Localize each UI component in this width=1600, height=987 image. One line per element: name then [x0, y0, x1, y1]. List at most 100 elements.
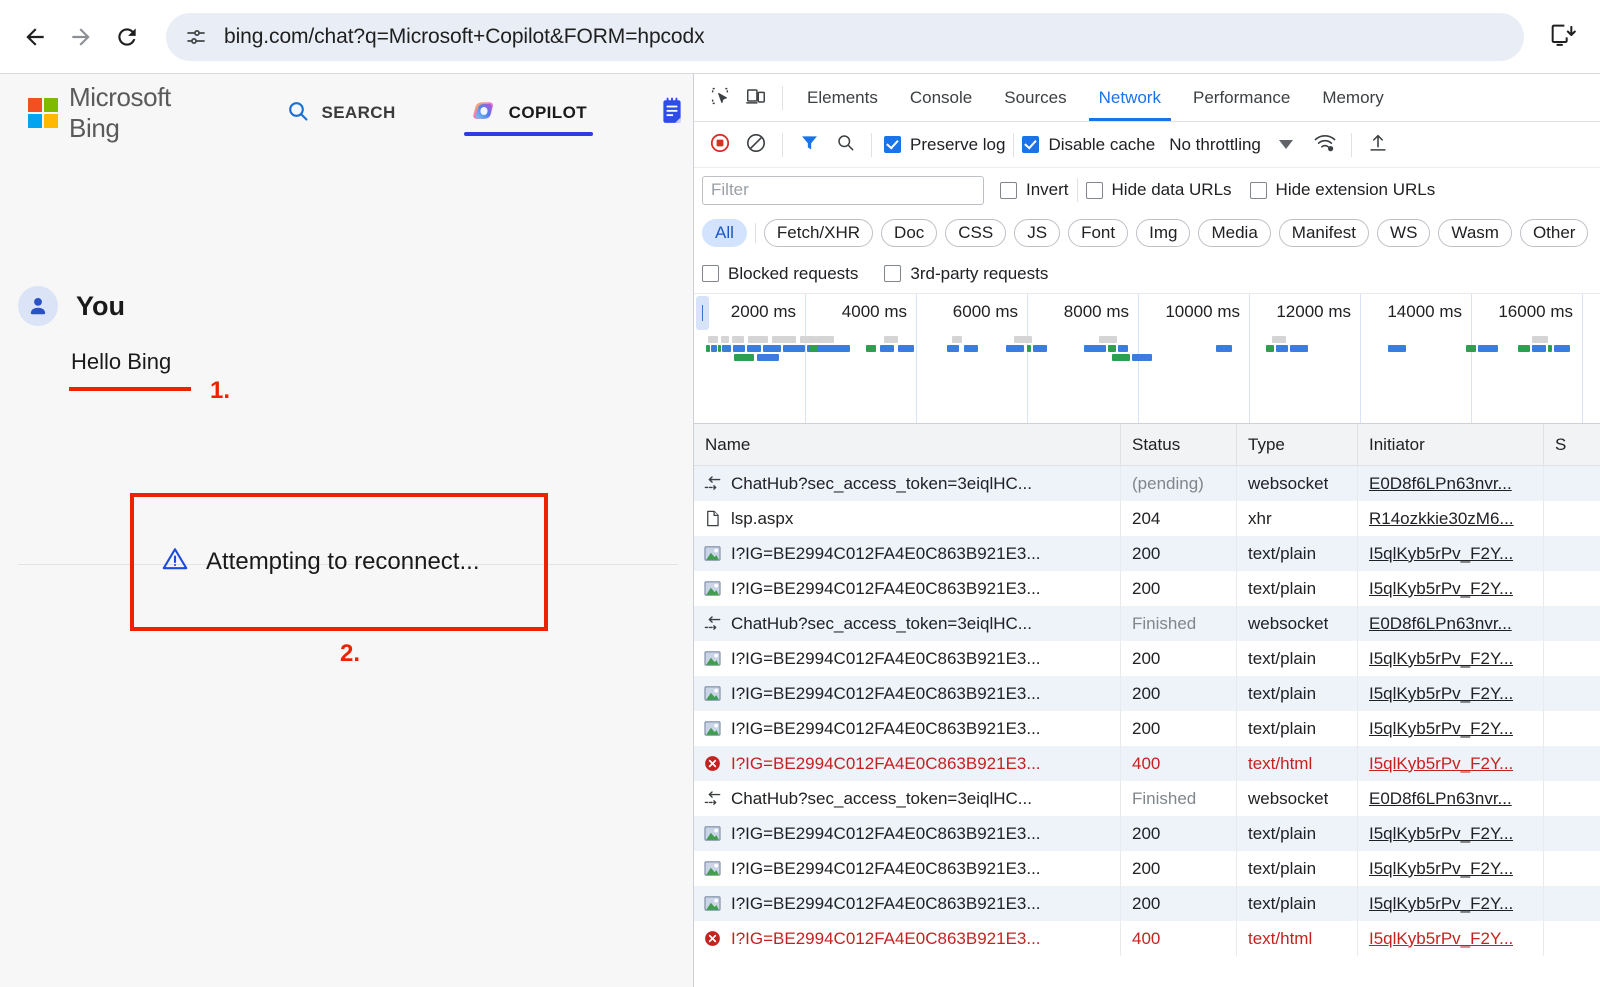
request-initiator[interactable]: I5qlKyb5rPv_F2Y...: [1369, 824, 1513, 844]
table-row[interactable]: I?IG=BE2994C012FA4E0C863B921E3... 200 text…: [694, 886, 1600, 921]
tab-network[interactable]: Network: [1083, 74, 1177, 121]
bing-tab-notebook[interactable]: [651, 74, 693, 152]
reload-button[interactable]: [106, 16, 148, 58]
table-row[interactable]: I?IG=BE2994C012FA4E0C863B921E3... 200 text…: [694, 851, 1600, 886]
filter-button[interactable]: [791, 127, 827, 163]
request-initiator[interactable]: I5qlKyb5rPv_F2Y...: [1369, 719, 1513, 739]
cell-name[interactable]: ChatHub?sec_access_token=3eiqlHC...: [694, 466, 1121, 501]
chip-font[interactable]: Font: [1068, 219, 1129, 247]
site-settings-icon[interactable]: [184, 25, 208, 49]
request-initiator[interactable]: E0D8f6LPn63nvr...: [1369, 614, 1512, 634]
request-initiator[interactable]: I5qlKyb5rPv_F2Y...: [1369, 649, 1513, 669]
cell-initiator[interactable]: I5qlKyb5rPv_F2Y...: [1358, 746, 1544, 781]
bing-tab-search[interactable]: SEARCH: [278, 74, 403, 152]
table-row[interactable]: ChatHub?sec_access_token=3eiqlHC... (pend…: [694, 466, 1600, 501]
table-row[interactable]: ChatHub?sec_access_token=3eiqlHC... Finis…: [694, 606, 1600, 641]
cell-name[interactable]: I?IG=BE2994C012FA4E0C863B921E3...: [694, 746, 1121, 781]
tab-sources[interactable]: Sources: [988, 74, 1082, 121]
request-initiator[interactable]: I5qlKyb5rPv_F2Y...: [1369, 684, 1513, 704]
table-row[interactable]: I?IG=BE2994C012FA4E0C863B921E3... 200 text…: [694, 536, 1600, 571]
clear-button[interactable]: [738, 127, 774, 163]
cell-initiator[interactable]: I5qlKyb5rPv_F2Y...: [1358, 536, 1544, 571]
cell-name[interactable]: I?IG=BE2994C012FA4E0C863B921E3...: [694, 886, 1121, 921]
cell-initiator[interactable]: R14ozkkie30zM6...: [1358, 501, 1544, 536]
record-button[interactable]: [702, 127, 738, 163]
chip-other[interactable]: Other: [1519, 219, 1589, 247]
request-initiator[interactable]: I5qlKyb5rPv_F2Y...: [1369, 859, 1513, 879]
table-row[interactable]: I?IG=BE2994C012FA4E0C863B921E3... 200 text…: [694, 641, 1600, 676]
cell-initiator[interactable]: I5qlKyb5rPv_F2Y...: [1358, 886, 1544, 921]
request-initiator[interactable]: I5qlKyb5rPv_F2Y...: [1369, 894, 1513, 914]
cell-name[interactable]: I?IG=BE2994C012FA4E0C863B921E3...: [694, 676, 1121, 711]
cell-initiator[interactable]: I5qlKyb5rPv_F2Y...: [1358, 641, 1544, 676]
preserve-log-checkbox[interactable]: Preserve log: [884, 135, 1005, 155]
column-header-initiator[interactable]: Initiator: [1358, 424, 1544, 466]
hide-extension-urls-checkbox[interactable]: Hide extension URLs: [1249, 180, 1435, 200]
network-conditions-button[interactable]: [1307, 127, 1343, 163]
cell-initiator[interactable]: I5qlKyb5rPv_F2Y...: [1358, 816, 1544, 851]
table-row[interactable]: I?IG=BE2994C012FA4E0C863B921E3... 200 text…: [694, 816, 1600, 851]
chip-css[interactable]: CSS: [945, 219, 1007, 247]
network-timeline-overview[interactable]: 2000 ms 4000 ms 6000 ms 8000 ms 10000 ms…: [694, 294, 1600, 424]
back-button[interactable]: [14, 16, 56, 58]
request-initiator[interactable]: R14ozkkie30zM6...: [1369, 509, 1514, 529]
column-header-type[interactable]: Type: [1237, 424, 1358, 466]
chip-ws[interactable]: WS: [1377, 219, 1431, 247]
filter-input[interactable]: [702, 175, 984, 205]
chip-doc[interactable]: Doc: [881, 219, 938, 247]
cell-initiator[interactable]: E0D8f6LPn63nvr...: [1358, 466, 1544, 501]
chip-js[interactable]: JS: [1014, 219, 1061, 247]
column-header-size[interactable]: S: [1544, 424, 1600, 466]
chevron-down-icon[interactable]: [1278, 140, 1293, 149]
import-har-button[interactable]: [1360, 127, 1396, 163]
tab-console[interactable]: Console: [894, 74, 988, 121]
search-button[interactable]: [827, 127, 863, 163]
cell-initiator[interactable]: E0D8f6LPn63nvr...: [1358, 781, 1544, 816]
chip-fetch-xhr[interactable]: Fetch/XHR: [763, 219, 874, 247]
cell-initiator[interactable]: I5qlKyb5rPv_F2Y...: [1358, 571, 1544, 606]
table-row[interactable]: lsp.aspx 204 xhr R14ozkkie30zM6...: [694, 501, 1600, 536]
cell-name[interactable]: I?IG=BE2994C012FA4E0C863B921E3...: [694, 851, 1121, 886]
url-text[interactable]: bing.com/chat?q=Microsoft+Copilot&FORM=h…: [224, 25, 704, 49]
device-toolbar-button[interactable]: [738, 80, 774, 116]
third-party-requests-checkbox[interactable]: 3rd-party requests: [884, 264, 1048, 284]
request-initiator[interactable]: E0D8f6LPn63nvr...: [1369, 789, 1512, 809]
throttling-select[interactable]: No throttling: [1169, 135, 1261, 155]
chip-media[interactable]: Media: [1198, 219, 1271, 247]
table-row[interactable]: I?IG=BE2994C012FA4E0C863B921E3... 400 text…: [694, 746, 1600, 781]
table-row[interactable]: I?IG=BE2994C012FA4E0C863B921E3... 200 text…: [694, 711, 1600, 746]
hide-data-urls-checkbox[interactable]: Hide data URLs: [1085, 180, 1232, 200]
table-row[interactable]: I?IG=BE2994C012FA4E0C863B921E3... 400 text…: [694, 921, 1600, 956]
chip-wasm[interactable]: Wasm: [1438, 219, 1512, 247]
blocked-requests-checkbox[interactable]: Blocked requests: [702, 264, 858, 284]
inspect-element-button[interactable]: [702, 80, 738, 116]
request-initiator[interactable]: I5qlKyb5rPv_F2Y...: [1369, 579, 1513, 599]
cell-initiator[interactable]: I5qlKyb5rPv_F2Y...: [1358, 711, 1544, 746]
address-bar[interactable]: bing.com/chat?q=Microsoft+Copilot&FORM=h…: [166, 13, 1524, 61]
table-row[interactable]: I?IG=BE2994C012FA4E0C863B921E3... 200 text…: [694, 571, 1600, 606]
cell-name[interactable]: lsp.aspx: [694, 501, 1121, 536]
cell-name[interactable]: I?IG=BE2994C012FA4E0C863B921E3...: [694, 571, 1121, 606]
bing-logo[interactable]: Microsoft Bing: [28, 82, 218, 144]
request-initiator[interactable]: E0D8f6LPn63nvr...: [1369, 474, 1512, 494]
chip-all[interactable]: All: [702, 219, 747, 247]
cell-name[interactable]: I?IG=BE2994C012FA4E0C863B921E3...: [694, 816, 1121, 851]
bing-tab-copilot[interactable]: COPILOT: [462, 74, 595, 152]
cell-name[interactable]: I?IG=BE2994C012FA4E0C863B921E3...: [694, 536, 1121, 571]
cell-name[interactable]: I?IG=BE2994C012FA4E0C863B921E3...: [694, 711, 1121, 746]
cell-initiator[interactable]: E0D8f6LPn63nvr...: [1358, 606, 1544, 641]
request-initiator[interactable]: I5qlKyb5rPv_F2Y...: [1369, 929, 1513, 949]
request-initiator[interactable]: I5qlKyb5rPv_F2Y...: [1369, 544, 1513, 564]
table-row[interactable]: I?IG=BE2994C012FA4E0C863B921E3... 200 text…: [694, 676, 1600, 711]
column-header-name[interactable]: Name: [694, 424, 1121, 466]
request-initiator[interactable]: I5qlKyb5rPv_F2Y...: [1369, 754, 1513, 774]
cell-initiator[interactable]: I5qlKyb5rPv_F2Y...: [1358, 921, 1544, 956]
cell-initiator[interactable]: I5qlKyb5rPv_F2Y...: [1358, 676, 1544, 711]
cell-name[interactable]: ChatHub?sec_access_token=3eiqlHC...: [694, 606, 1121, 641]
cell-initiator[interactable]: I5qlKyb5rPv_F2Y...: [1358, 851, 1544, 886]
invert-checkbox[interactable]: Invert: [1000, 180, 1069, 200]
disable-cache-checkbox[interactable]: Disable cache: [1022, 135, 1155, 155]
column-header-status[interactable]: Status: [1121, 424, 1237, 466]
tab-performance[interactable]: Performance: [1177, 74, 1306, 121]
timeline-drag-handle[interactable]: [696, 296, 709, 330]
